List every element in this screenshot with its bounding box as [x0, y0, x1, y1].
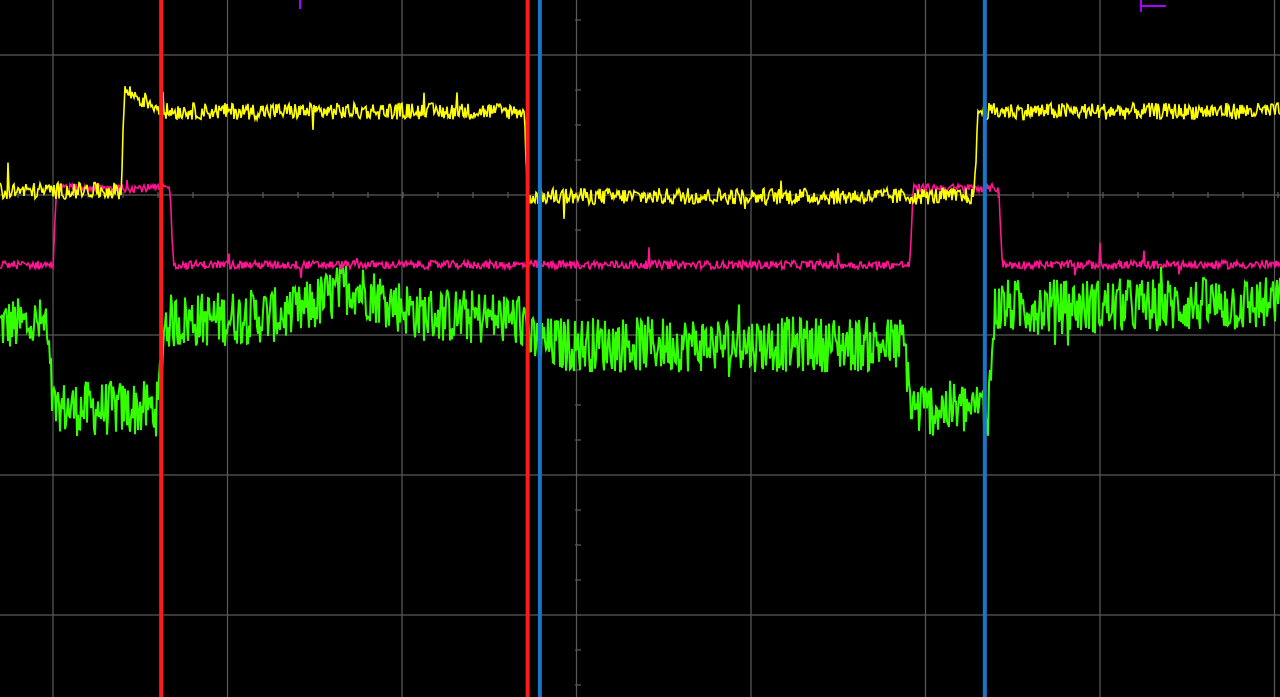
oscilloscope-plot: [0, 0, 1280, 697]
traces: [0, 86, 1280, 437]
trace-channel-1: [0, 86, 1280, 219]
channel-4-marker: [1140, 0, 1166, 12]
trace-channel-3: [0, 263, 1280, 437]
channel-markers: [299, 0, 1166, 12]
oscilloscope-screen: [0, 0, 1280, 697]
